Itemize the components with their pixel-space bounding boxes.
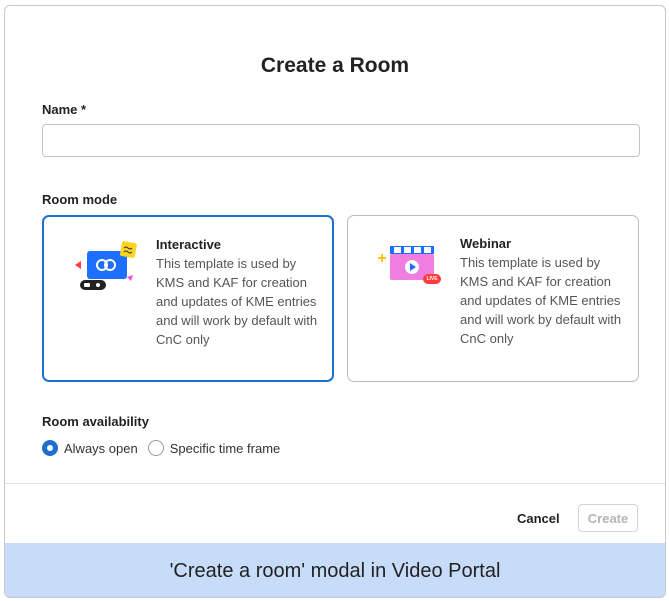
availability-radio-group: Always open Specific time frame	[42, 440, 290, 456]
card-description-webinar: This template is used by KMS and KAF for…	[460, 255, 622, 346]
radio-always-open[interactable]	[42, 440, 58, 456]
caption-banner: 'Create a room' modal in Video Portal	[5, 543, 665, 597]
room-mode-card-webinar[interactable]: LIVE Webinar This template is used by KM…	[347, 215, 639, 382]
room-mode-card-interactive[interactable]: Interactive This template is used by KMS…	[42, 215, 334, 382]
card-title-webinar: Webinar	[460, 236, 512, 251]
create-room-modal: Create a Room Name * Room mode Interacti…	[4, 5, 666, 598]
card-description-interactive: This template is used by KMS and KAF for…	[156, 256, 318, 347]
cancel-button[interactable]: Cancel	[509, 504, 568, 532]
radio-specific-time-frame-label[interactable]: Specific time frame	[170, 441, 281, 456]
modal-title: Create a Room	[260, 54, 410, 77]
card-title-interactive: Interactive	[156, 237, 222, 252]
webinar-icon: LIVE	[374, 236, 444, 296]
create-button[interactable]: Create	[578, 504, 638, 532]
name-input[interactable]	[42, 124, 640, 157]
room-availability-label: Room availability	[42, 414, 149, 429]
live-badge: LIVE	[426, 276, 438, 282]
radio-specific-time-frame[interactable]	[147, 440, 164, 456]
footer-divider	[5, 483, 665, 484]
room-mode-label: Room mode	[42, 192, 118, 207]
name-label: Name *	[42, 102, 87, 117]
radio-always-open-label[interactable]: Always open	[64, 441, 138, 456]
interactive-room-icon	[70, 237, 140, 297]
